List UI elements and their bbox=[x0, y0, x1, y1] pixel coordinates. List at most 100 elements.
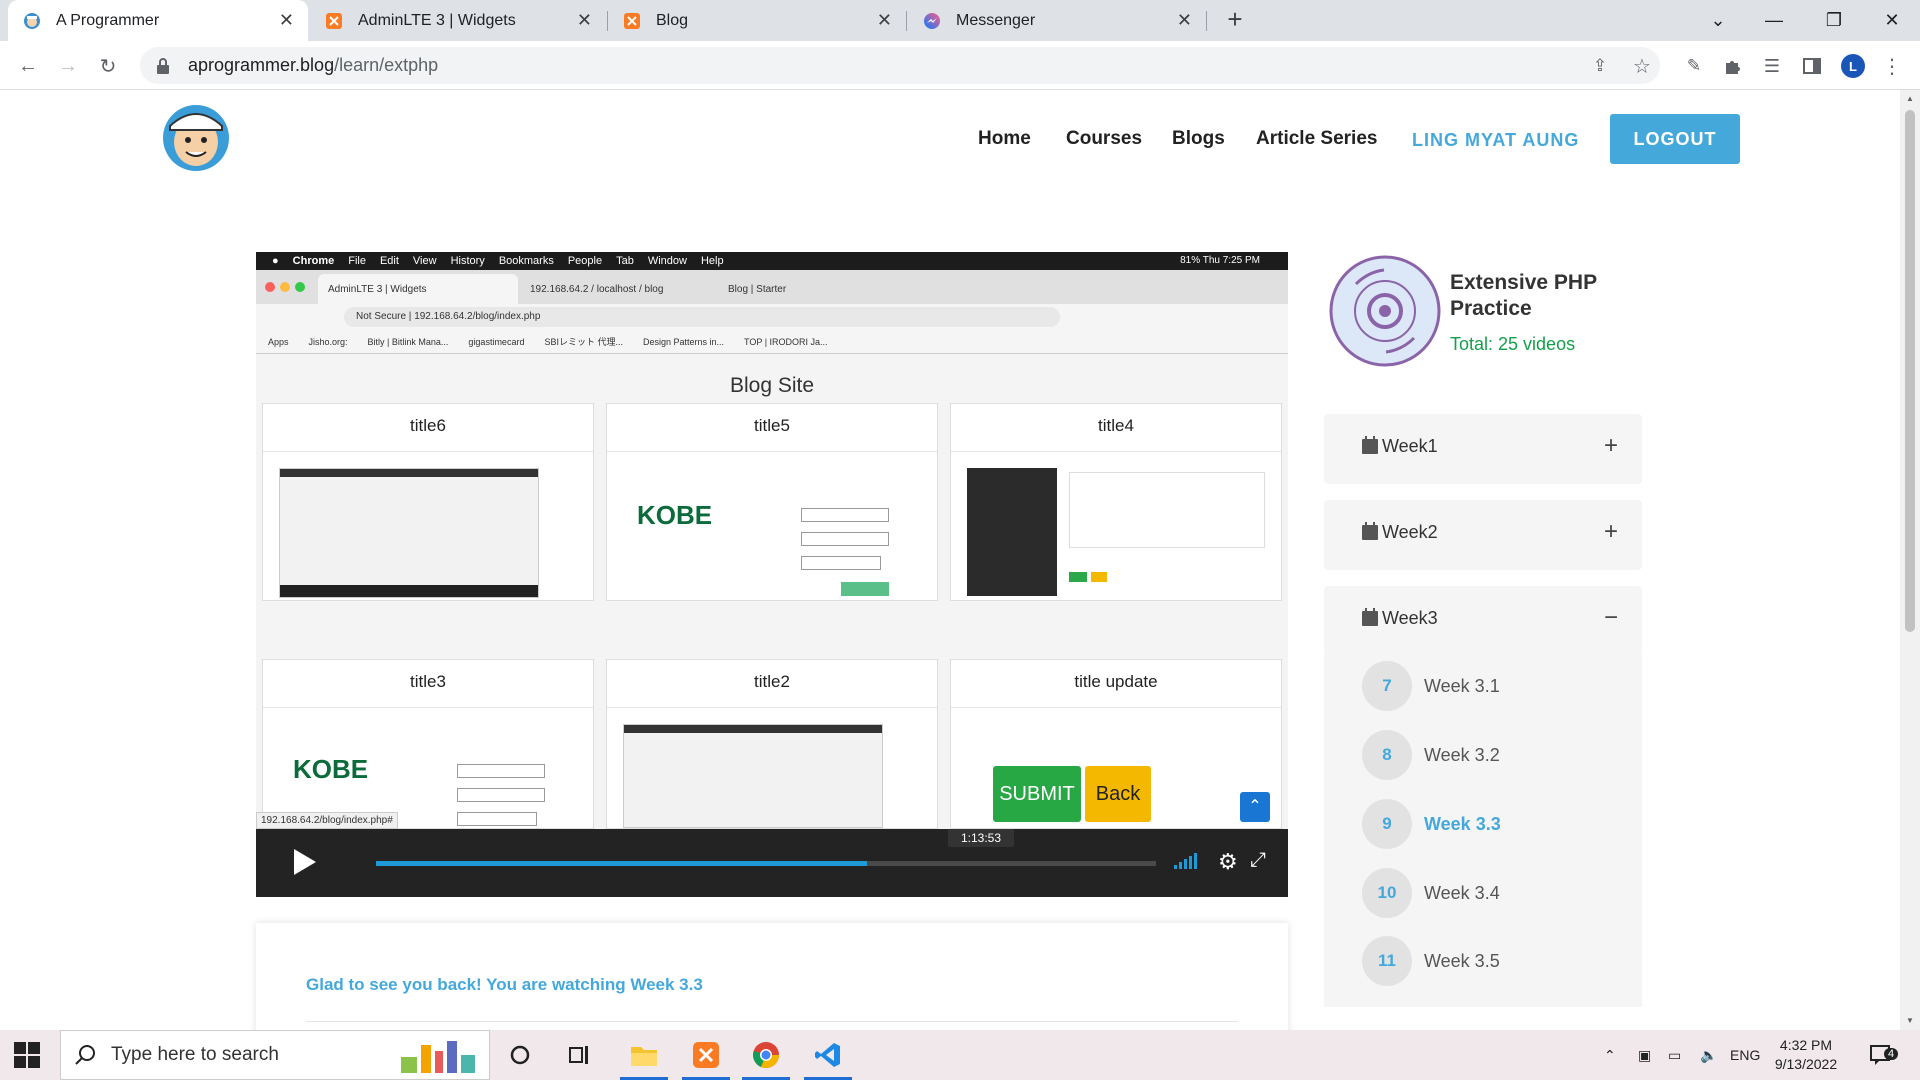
back-arrow-icon[interactable]: ← bbox=[12, 50, 44, 82]
tab-separator bbox=[906, 11, 907, 31]
divider bbox=[306, 1021, 1238, 1022]
expand-plus-icon[interactable]: + bbox=[1604, 518, 1618, 546]
eyedropper-extension-icon[interactable]: ✎ bbox=[1678, 50, 1710, 82]
lesson-item[interactable]: 8 Week 3.2 bbox=[1362, 730, 1500, 780]
mac-zoom-dot bbox=[295, 282, 305, 292]
close-tab-icon[interactable]: ✕ bbox=[279, 10, 294, 31]
taskbar-clock[interactable]: 4:32 PM 9/13/2022 bbox=[1760, 1036, 1852, 1074]
nav-home[interactable]: Home bbox=[978, 128, 1031, 150]
user-name-link[interactable]: LING MYAT AUNG bbox=[1412, 130, 1579, 151]
tray-show-hidden-icon[interactable]: ⌃ bbox=[1604, 1030, 1616, 1080]
share-icon[interactable]: ⇪ bbox=[1584, 50, 1616, 82]
lesson-item[interactable]: 7 Week 3.1 bbox=[1362, 661, 1500, 711]
taskbar-search-box[interactable]: Type here to search bbox=[60, 1030, 490, 1080]
task-view-icon[interactable] bbox=[554, 1030, 606, 1080]
close-tab-icon[interactable]: ✕ bbox=[577, 10, 592, 31]
bookmark-item: gigastimecard bbox=[468, 336, 525, 347]
notifications-icon[interactable]: 4 bbox=[1870, 1030, 1899, 1080]
tab-title: A Programmer bbox=[56, 11, 160, 29]
week-3-lesson-list: 7 Week 3.1 8 Week 3.2 9 Week 3.3 10 Week… bbox=[1324, 655, 1642, 1007]
bookmark-star-icon[interactable]: ☆ bbox=[1626, 50, 1658, 82]
windows-start-icon[interactable] bbox=[14, 1042, 40, 1068]
play-icon[interactable] bbox=[294, 849, 316, 875]
lesson-item[interactable]: 11 Week 3.5 bbox=[1362, 936, 1500, 986]
volume-bars-icon[interactable] bbox=[1174, 853, 1202, 869]
video-mac-menubar: ● Chrome File Edit View History Bookmark… bbox=[256, 252, 1288, 270]
tab-search-chevron-icon[interactable]: ⌄ bbox=[1690, 0, 1746, 41]
inner-not-secure: Not Secure bbox=[356, 311, 407, 322]
lesson-title: Week 3.2 bbox=[1424, 744, 1500, 765]
week-3-accordion[interactable]: Week3 − bbox=[1324, 586, 1642, 656]
tab-blog[interactable]: Blog ✕ bbox=[608, 0, 906, 41]
card-title: title2 bbox=[607, 660, 937, 708]
nav-courses[interactable]: Courses bbox=[1066, 128, 1142, 150]
mac-menu-item: Chrome bbox=[292, 255, 335, 267]
clock-date: 9/13/2022 bbox=[1774, 1056, 1838, 1072]
close-window-button[interactable]: ✕ bbox=[1864, 0, 1920, 41]
watching-message: Glad to see you back! You are watching W… bbox=[306, 975, 703, 994]
fullscreen-icon[interactable]: ⤢ bbox=[1250, 849, 1266, 872]
url-path: /learn/extphp bbox=[334, 55, 439, 75]
search-placeholder: Type here to search bbox=[111, 1044, 279, 1065]
volume-speaker-icon[interactable]: 🔈 bbox=[1700, 1030, 1717, 1080]
video-player[interactable]: ● Chrome File Edit View History Bookmark… bbox=[256, 252, 1288, 897]
url-host: aprogrammer.blog bbox=[188, 55, 335, 75]
site-logo[interactable] bbox=[160, 100, 232, 172]
lesson-item[interactable]: 10 Week 3.4 bbox=[1362, 868, 1500, 918]
mac-status-text: 81% Thu 7:25 PM bbox=[1180, 255, 1260, 266]
apple-logo-icon: ● bbox=[272, 255, 279, 267]
extensions-puzzle-icon[interactable] bbox=[1716, 50, 1748, 82]
chrome-app-icon[interactable] bbox=[740, 1030, 792, 1080]
notification-count-badge: 4 bbox=[1884, 1048, 1899, 1060]
close-tab-icon[interactable]: ✕ bbox=[877, 10, 892, 31]
input-language[interactable]: ENG bbox=[1730, 1030, 1760, 1080]
scroll-up-arrow-icon[interactable]: ▲ bbox=[1906, 94, 1914, 103]
tab-title: Blog bbox=[656, 11, 689, 29]
tab-messenger[interactable]: Messenger ✕ bbox=[908, 0, 1206, 41]
lesson-item-current[interactable]: 9 Week 3.3 bbox=[1362, 799, 1501, 849]
inner-url-text: 192.168.64.2/blog/index.php bbox=[414, 311, 541, 322]
xampp-app-icon[interactable] bbox=[680, 1030, 732, 1080]
collapse-minus-icon[interactable]: − bbox=[1604, 604, 1618, 632]
settings-gear-icon[interactable]: ⚙ bbox=[1218, 849, 1238, 875]
vscode-app-icon[interactable] bbox=[802, 1030, 854, 1080]
week-2-accordion[interactable]: Week2 + bbox=[1324, 500, 1642, 570]
address-bar[interactable]: aprogrammer.blog/learn/extphp bbox=[140, 47, 1660, 84]
logout-button[interactable]: LOGOUT bbox=[1610, 114, 1740, 164]
page-scrollbar[interactable]: ▲ ▼ bbox=[1900, 90, 1920, 1030]
minimize-button[interactable]: — bbox=[1746, 0, 1802, 41]
submit-illustration: SUBMIT bbox=[993, 766, 1081, 822]
battery-icon[interactable]: ▭ bbox=[1668, 1030, 1681, 1080]
reload-icon[interactable]: ↻ bbox=[92, 50, 124, 82]
kebab-menu-icon[interactable]: ⋮ bbox=[1876, 50, 1908, 82]
video-controls: 1:13:53 ⚙ ⤢ bbox=[256, 829, 1288, 897]
scrollbar-thumb[interactable] bbox=[1905, 110, 1915, 632]
profile-avatar[interactable]: L bbox=[1841, 54, 1865, 78]
expand-plus-icon[interactable]: + bbox=[1604, 432, 1618, 460]
inner-tab: Blog | Starter bbox=[728, 283, 787, 295]
form-field-illustration bbox=[457, 764, 545, 778]
close-tab-icon[interactable]: ✕ bbox=[1177, 10, 1192, 31]
restore-button[interactable]: ❐ bbox=[1806, 0, 1862, 41]
video-progress-bar[interactable] bbox=[376, 861, 1156, 866]
week-1-accordion[interactable]: Week1 + bbox=[1324, 414, 1642, 484]
tab-adminlte-widgets[interactable]: AdminLTE 3 | Widgets ✕ bbox=[310, 0, 606, 41]
tab-separator bbox=[1206, 11, 1207, 31]
nav-blogs[interactable]: Blogs bbox=[1172, 128, 1225, 150]
reading-list-icon[interactable]: ☰ bbox=[1756, 50, 1788, 82]
bookmark-item: Bitly | Bitlink Mana... bbox=[367, 336, 449, 347]
mac-menu-item: History bbox=[450, 255, 485, 267]
forward-arrow-icon[interactable]: → bbox=[52, 50, 84, 82]
calendar-icon bbox=[1362, 522, 1378, 540]
tab-a-programmer[interactable]: A Programmer ✕ bbox=[8, 0, 308, 41]
week-label: Week3 bbox=[1382, 608, 1438, 628]
scroll-down-arrow-icon[interactable]: ▼ bbox=[1906, 1016, 1914, 1025]
new-tab-button[interactable]: + bbox=[1220, 5, 1250, 35]
file-explorer-icon[interactable] bbox=[618, 1030, 670, 1080]
task-view-cortana-icon[interactable] bbox=[494, 1030, 546, 1080]
side-panel-icon[interactable] bbox=[1796, 50, 1828, 82]
nav-article-series[interactable]: Article Series bbox=[1256, 128, 1377, 150]
video-inner-addressbar: Not Secure | 192.168.64.2/blog/index.php bbox=[256, 304, 1288, 330]
welcome-card: Glad to see you back! You are watching W… bbox=[256, 923, 1288, 1030]
meeting-tray-icon[interactable]: ▣ bbox=[1638, 1030, 1651, 1080]
